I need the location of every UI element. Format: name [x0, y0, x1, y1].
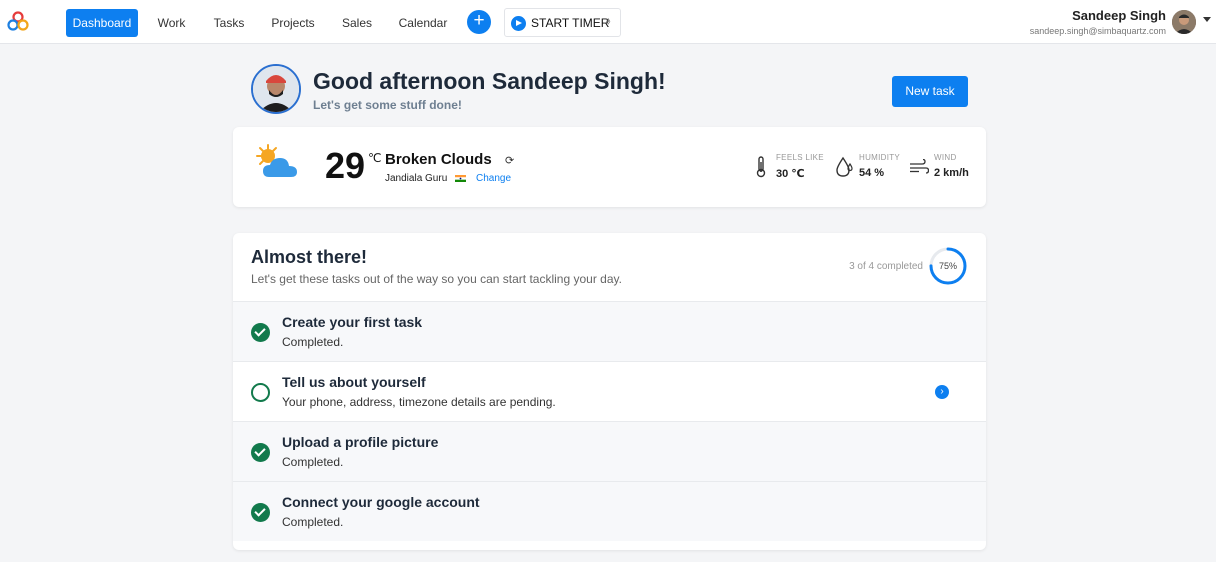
user-avatar[interactable] [1172, 10, 1196, 34]
feels-like-label: FEELS LIKE [776, 153, 824, 162]
user-menu-caret-icon[interactable] [1203, 17, 1211, 22]
new-task-button[interactable]: New task [892, 76, 968, 107]
humidity-icon [836, 156, 853, 177]
task-name: Tell us about yourself [282, 374, 426, 390]
weather-location: Jandiala Guru [385, 173, 448, 184]
task-status: Completed. [282, 335, 344, 349]
nav-calendar[interactable]: Calendar [393, 9, 453, 37]
profile-avatar[interactable] [251, 64, 301, 114]
refresh-icon[interactable]: ⟳ [505, 154, 514, 167]
weather-condition: Broken Clouds [385, 151, 492, 168]
task-status: Completed. [282, 515, 344, 529]
nav-sales[interactable]: Sales [336, 9, 378, 37]
nav-work[interactable]: Work [151, 9, 192, 37]
progress-count: 3 of 4 completed [849, 261, 923, 272]
user-name: Sandeep Singh [1072, 8, 1166, 23]
timer-select-icon: ⬨ [606, 16, 611, 27]
check-circle-icon [251, 503, 270, 522]
wind-icon [910, 159, 929, 174]
start-timer-label: START TIMER [531, 16, 610, 30]
onboarding-title: Almost there! [251, 247, 368, 267]
task-name: Upload a profile picture [282, 434, 439, 450]
onboarding-card: Almost there! Let's get these tasks out … [233, 233, 986, 550]
thermometer-icon [756, 156, 766, 178]
check-circle-icon [251, 323, 270, 342]
task-name: Connect your google account [282, 494, 480, 510]
feels-like-value: 30 ℃ [776, 168, 805, 180]
task-name: Create your first task [282, 314, 423, 330]
add-new-button[interactable]: + [467, 10, 491, 34]
task-row[interactable]: Create your first task Completed. [233, 301, 986, 361]
task-row[interactable]: Upload a profile picture Completed. [233, 421, 986, 481]
play-icon [511, 16, 526, 31]
change-location-link[interactable]: Change [476, 173, 511, 184]
task-status: Your phone, address, timezone details ar… [282, 395, 556, 409]
user-email: sandeep.singh@simbaquartz.com [1029, 26, 1166, 36]
arrow-right-icon[interactable]: › [935, 385, 949, 399]
empty-circle-icon [251, 383, 270, 402]
top-navigation-bar: Dashboard Work Tasks Projects Sales Cale… [0, 0, 1216, 44]
start-timer-button[interactable]: START TIMER ⬨ [504, 8, 621, 37]
greeting-title: Good afternoon Sandeep Singh! [313, 68, 666, 94]
profile-photo-icon [253, 66, 299, 112]
task-row[interactable]: Connect your google account Completed. [233, 481, 986, 541]
temperature-value: 29 [325, 145, 366, 186]
humidity-label: HUMIDITY [859, 153, 901, 162]
progress-percent: 75% [938, 261, 957, 271]
partly-cloudy-icon [256, 144, 297, 177]
wind-value: 2 km/h [934, 167, 969, 179]
task-status: Completed. [282, 455, 344, 469]
nav-projects[interactable]: Projects [265, 9, 321, 37]
nav-dashboard[interactable]: Dashboard [66, 9, 138, 37]
wind-label: WIND [934, 153, 957, 162]
humidity-value: 54 % [859, 167, 885, 179]
greeting-subtitle: Let's get some stuff done! [313, 98, 462, 112]
avatar-image-icon [1172, 10, 1196, 34]
check-circle-icon [251, 443, 270, 462]
temperature-unit: ℃ [368, 151, 382, 165]
india-flag-icon [455, 175, 466, 182]
task-row[interactable]: Tell us about yourself Your phone, addre… [233, 361, 986, 421]
weather-card: 29 ℃ Broken Clouds ⟳ Jandiala Guru Chang… [233, 127, 986, 207]
onboarding-subtitle: Let's get these tasks out of the way so … [251, 272, 622, 286]
nav-tasks[interactable]: Tasks [208, 9, 250, 37]
app-logo-icon[interactable] [6, 10, 30, 34]
